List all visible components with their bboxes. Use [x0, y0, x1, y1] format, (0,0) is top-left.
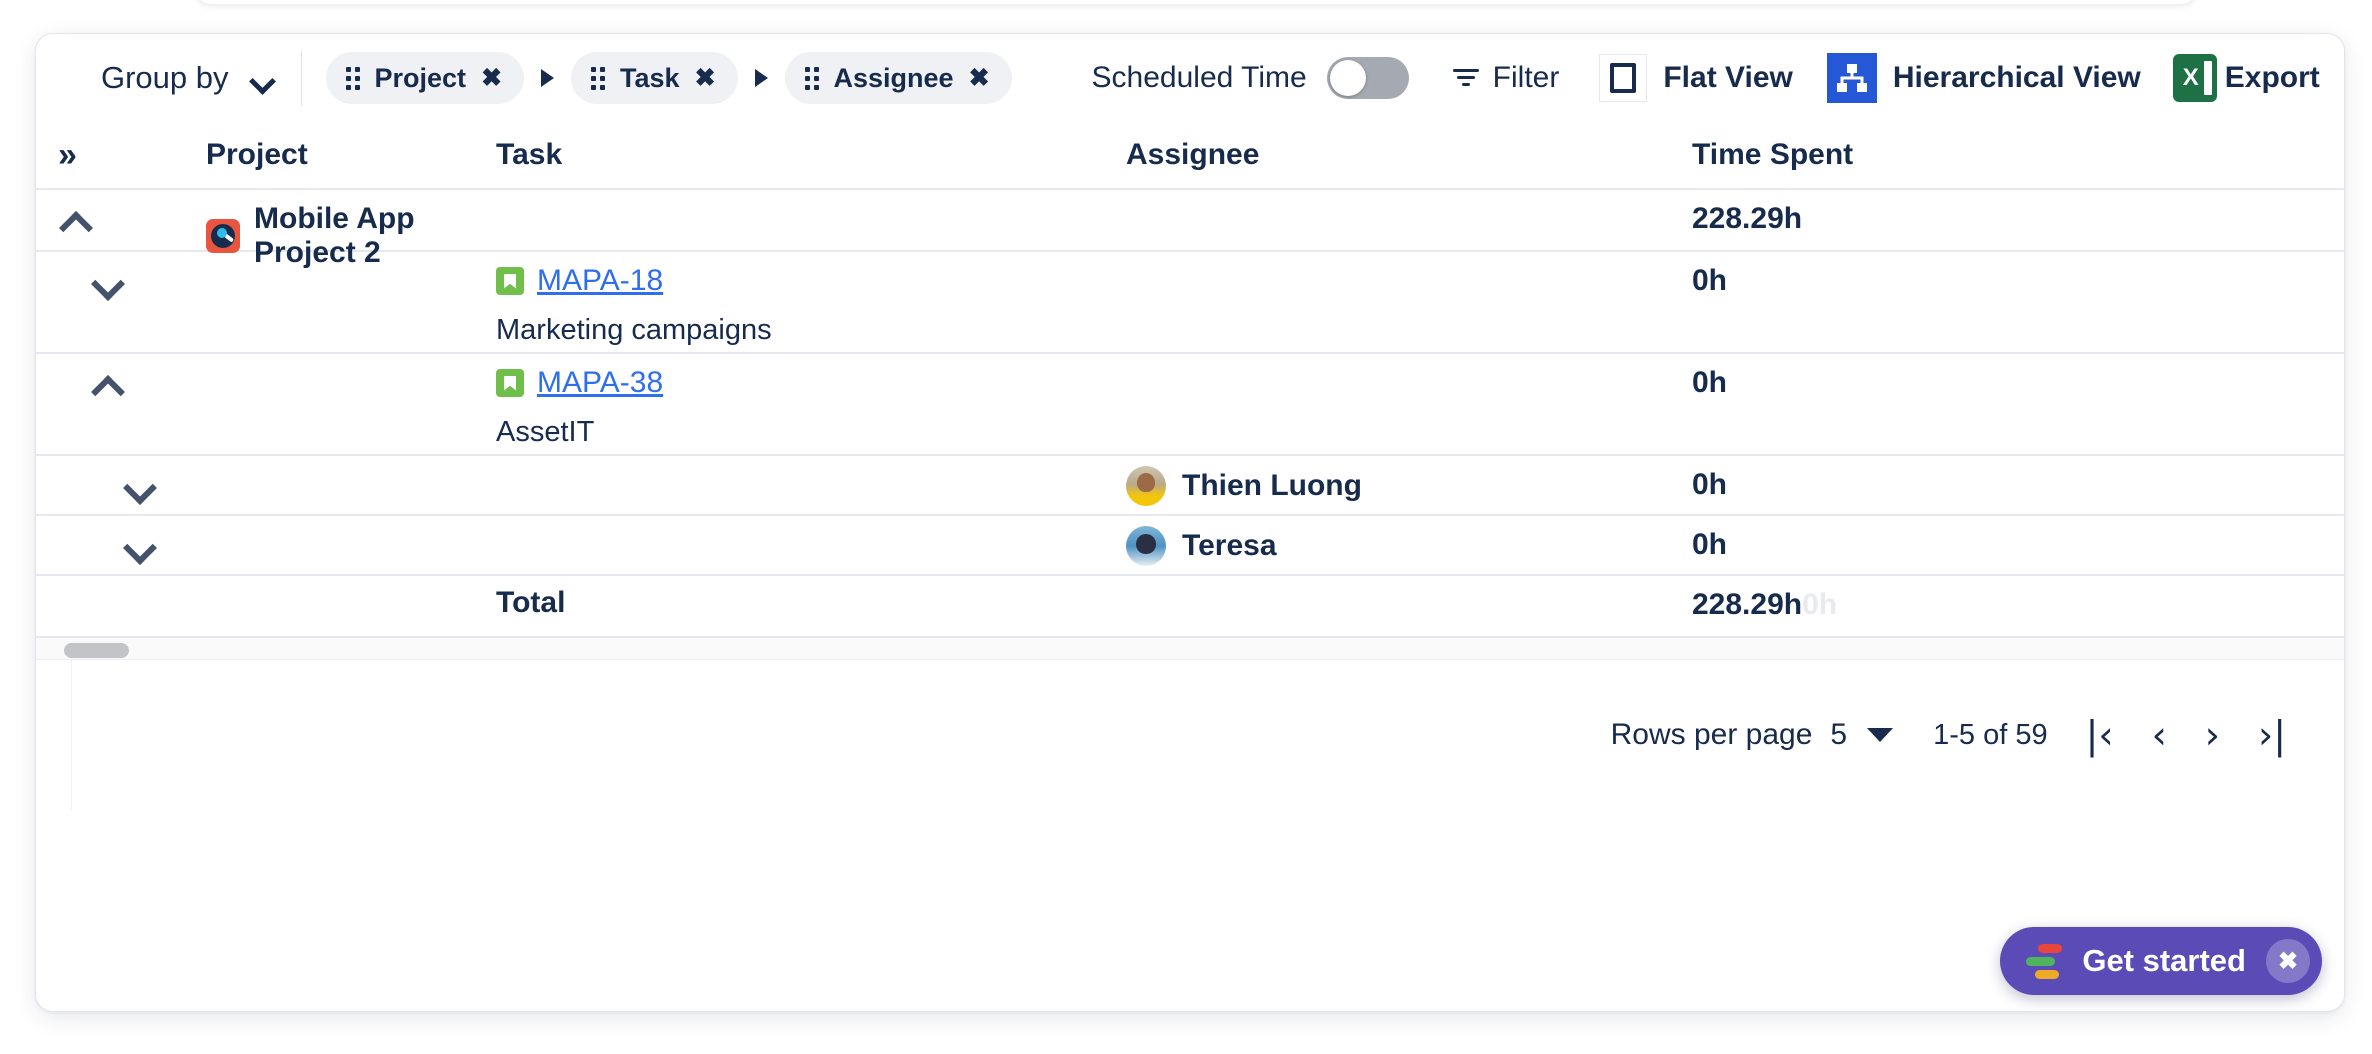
hierarchical-view-button[interactable]: Hierarchical View — [1827, 53, 2141, 103]
total-time-spent-ghost: 0h — [1802, 588, 1837, 621]
pagination-range: 1-5 of 59 — [1933, 719, 2047, 752]
group-chip-task[interactable]: Task ✖ — [571, 52, 738, 104]
toolbar: Group by Project ✖ Task ✖ Assignee ✖ — [36, 34, 2344, 122]
filter-label: Filter — [1493, 61, 1560, 95]
table-row-project[interactable]: Mobile App Project 2 228.29h — [36, 190, 2344, 252]
table-footer: Rows per page 5 1-5 of 59 |‹ ‹ › ›| — [71, 660, 2344, 810]
remove-chip-task-icon[interactable]: ✖ — [695, 66, 716, 91]
toggle-knob — [1330, 60, 1366, 96]
scheduled-time-toggle[interactable] — [1327, 57, 1409, 99]
total-label-cell: Total — [496, 576, 1126, 620]
assignee-name: Thien Luong — [1182, 469, 1362, 503]
flat-view-button[interactable]: Flat View — [1599, 54, 1793, 102]
chevron-down-icon — [251, 72, 273, 85]
avatar — [1126, 466, 1166, 506]
task-cell: MAPA-38 AssetIT — [496, 354, 1126, 449]
column-header-time-spent[interactable]: Time Spent — [1686, 138, 2344, 172]
next-page-button[interactable]: › — [2205, 716, 2220, 754]
scheduled-time-label: Scheduled Time — [1092, 61, 1307, 95]
scrollbar-thumb[interactable] — [64, 643, 129, 658]
group-by-chips: Project ✖ Task ✖ Assignee ✖ — [326, 52, 1012, 104]
chevron-down-icon[interactable] — [126, 478, 156, 496]
chevron-down-icon[interactable] — [126, 538, 156, 556]
scheduled-time-control[interactable]: Scheduled Time — [1092, 57, 1409, 99]
chip-arrow-icon — [755, 69, 768, 87]
total-time-spent-cell: 228.29h0h — [1686, 576, 2344, 622]
drag-handle-icon[interactable] — [346, 67, 360, 90]
horizontal-scrollbar[interactable] — [36, 638, 2344, 660]
rows-per-page-value[interactable]: 5 — [1830, 718, 1847, 752]
table-row-assignee[interactable]: Teresa 0h — [36, 516, 2344, 576]
flat-view-icon[interactable] — [1599, 54, 1647, 102]
last-page-button[interactable]: ›| — [2258, 716, 2286, 754]
drag-handle-icon[interactable] — [591, 67, 605, 90]
story-icon — [496, 369, 524, 397]
export-label: Export — [2225, 61, 2320, 95]
group-by-label: Group by — [101, 60, 229, 96]
task-cell: MAPA-18 Marketing campaigns — [496, 252, 1126, 347]
story-icon — [496, 267, 524, 295]
time-spent-value: 0h — [1686, 354, 2344, 400]
rows-per-page-label: Rows per page — [1611, 718, 1813, 752]
report-table: » Project Task Assignee Time Spent Mobil… — [36, 122, 2344, 660]
group-chip-project[interactable]: Project ✖ — [326, 52, 525, 104]
filter-icon — [1453, 67, 1479, 89]
group-by-dropdown[interactable]: Group by — [101, 60, 273, 96]
hierarchy-icon[interactable] — [1827, 53, 1877, 103]
toolbar-divider — [301, 50, 302, 106]
expand-all-cell[interactable]: » — [36, 136, 206, 175]
close-icon[interactable]: ✖ — [2266, 939, 2310, 983]
column-header-project[interactable]: Project — [206, 138, 496, 172]
get-started-label: Get started — [2082, 943, 2246, 979]
excel-icon[interactable]: X — [2173, 54, 2217, 102]
group-chip-project-label: Project — [375, 63, 467, 94]
table-row-task[interactable]: MAPA-18 Marketing campaigns 0h — [36, 252, 2344, 354]
assignee-cell: Thien Luong — [1126, 456, 1686, 506]
column-header-assignee[interactable]: Assignee — [1126, 138, 1686, 172]
table-header-row: » Project Task Assignee Time Spent — [36, 122, 2344, 190]
first-page-button[interactable]: |‹ — [2086, 716, 2114, 754]
page-background-top — [0, 0, 2372, 34]
chevron-down-icon[interactable] — [1867, 728, 1893, 742]
hierarchical-view-label: Hierarchical View — [1893, 61, 2141, 95]
remove-chip-project-icon[interactable]: ✖ — [481, 66, 502, 91]
report-card: Group by Project ✖ Task ✖ Assignee ✖ — [35, 33, 2345, 1012]
task-summary: Marketing campaigns — [496, 314, 1126, 347]
brand-logo-icon — [2026, 944, 2062, 978]
get-started-widget[interactable]: Get started ✖ — [2000, 927, 2322, 995]
group-chip-assignee-label: Assignee — [834, 63, 954, 94]
group-chip-task-label: Task — [620, 63, 680, 94]
expand-all-icon[interactable]: » — [36, 136, 71, 174]
task-key-link[interactable]: MAPA-38 — [537, 366, 663, 400]
table-row-assignee[interactable]: Thien Luong 0h — [36, 456, 2344, 516]
assignee-name: Teresa — [1182, 529, 1277, 563]
chevron-down-icon[interactable] — [94, 274, 124, 292]
avatar — [1126, 526, 1166, 566]
task-key-link[interactable]: MAPA-18 — [537, 264, 663, 298]
table-row-total: Total 228.29h0h — [36, 576, 2344, 638]
remove-chip-assignee-icon[interactable]: ✖ — [969, 66, 990, 91]
filter-button[interactable]: Filter — [1453, 61, 1560, 95]
group-chip-assignee[interactable]: Assignee ✖ — [785, 52, 1012, 104]
time-spent-value: 228.29h — [1686, 190, 2344, 236]
previous-page-button[interactable]: ‹ — [2152, 716, 2167, 754]
drag-handle-icon[interactable] — [805, 67, 819, 90]
chevron-up-icon[interactable] — [94, 376, 124, 394]
table-row-task[interactable]: MAPA-38 AssetIT 0h — [36, 354, 2344, 456]
flat-view-label: Flat View — [1663, 61, 1793, 95]
time-spent-value: 0h — [1686, 456, 2344, 502]
export-button[interactable]: X Export — [2173, 54, 2320, 102]
time-spent-value: 0h — [1686, 252, 2344, 298]
chip-arrow-icon — [541, 69, 554, 87]
task-summary: AssetIT — [496, 416, 1126, 449]
time-spent-value: 0h — [1686, 516, 2344, 562]
assignee-cell: Teresa — [1126, 516, 1686, 566]
project-avatar-icon — [206, 219, 240, 253]
pagination: Rows per page 5 1-5 of 59 |‹ ‹ › ›| — [1611, 716, 2286, 754]
chevron-up-icon[interactable] — [62, 212, 92, 230]
total-time-spent: 228.29h — [1692, 588, 1802, 621]
column-header-task[interactable]: Task — [496, 138, 1126, 172]
total-label: Total — [496, 576, 1126, 620]
